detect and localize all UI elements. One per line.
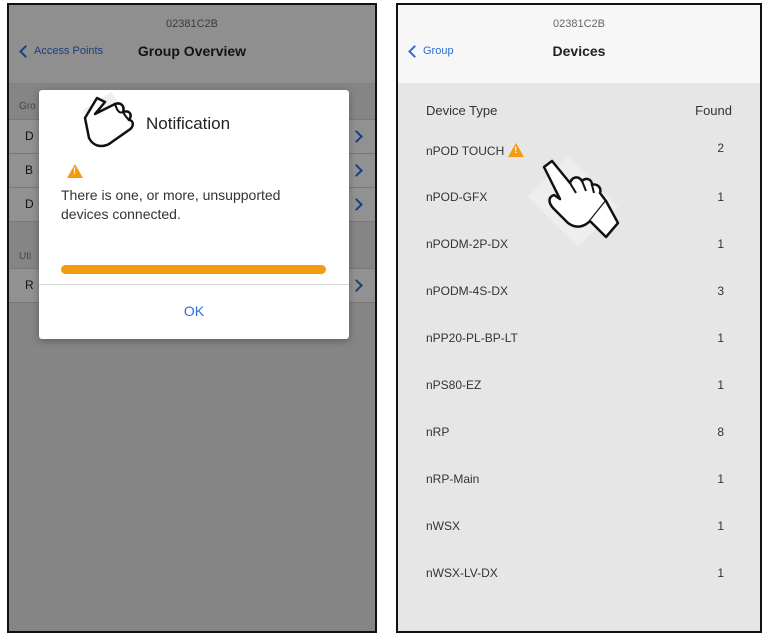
device-name-text: nPOD TOUCH [426, 144, 505, 158]
table-header: Device Type Found [398, 103, 760, 123]
device-row[interactable]: nPS80-EZ 1 [398, 378, 760, 424]
progress-bar [61, 265, 326, 274]
device-count: 1 [717, 378, 724, 392]
pointing-hand-icon [83, 92, 134, 148]
dialog-title: Notification [146, 114, 231, 133]
divider [39, 284, 349, 285]
device-name: nPOD-GFX [426, 190, 488, 204]
nav-subtitle: 02381C2B [553, 18, 605, 30]
device-name: nRP [426, 425, 450, 439]
device-count: 1 [717, 519, 724, 533]
device-count: 8 [717, 425, 724, 439]
device-name: nWSX [426, 519, 461, 533]
device-count: 1 [717, 472, 724, 486]
device-count: 1 [717, 190, 724, 204]
device-name: nRP-Main [426, 472, 480, 486]
notification-dialog: Notification There is one, or more, unsu… [39, 90, 349, 339]
column-header-found: Found [695, 103, 732, 118]
warning-triangle-icon [67, 164, 83, 178]
device-name: nPODM-2P-DX [426, 237, 509, 251]
device-count: 1 [717, 566, 724, 580]
nav-bar: 02381C2B Group Devices [398, 5, 760, 83]
left-screen: 02381C2B Access Points Group Overview Gr… [7, 3, 377, 633]
device-name: nPP20-PL-BP-LT [426, 331, 518, 345]
device-count: 3 [717, 284, 724, 298]
page-title: Devices [552, 43, 606, 59]
device-row[interactable]: nRP-Main 1 [398, 472, 760, 518]
device-count: 1 [717, 331, 724, 345]
dialog-message: There is one, or more, unsupported devic… [61, 187, 281, 222]
device-count: 1 [717, 237, 724, 251]
device-name: nPS80-EZ [426, 378, 482, 392]
right-screen: 02381C2B Group Devices Device Type Found… [396, 3, 762, 633]
device-row[interactable]: nPODM-4S-DX 3 [398, 284, 760, 330]
device-row[interactable]: nWSX-LV-DX 1 [398, 566, 760, 612]
pointing-hand-icon [528, 157, 620, 247]
device-name: nPODM-4S-DX [426, 284, 509, 298]
ok-button[interactable]: OK [39, 303, 349, 319]
device-count: 2 [717, 141, 724, 155]
device-row[interactable]: nPP20-PL-BP-LT 1 [398, 331, 760, 377]
device-row[interactable]: nWSX 1 [398, 519, 760, 565]
device-row[interactable]: nRP 8 [398, 425, 760, 471]
device-name: nWSX-LV-DX [426, 566, 498, 580]
column-header-device-type: Device Type [426, 103, 498, 118]
